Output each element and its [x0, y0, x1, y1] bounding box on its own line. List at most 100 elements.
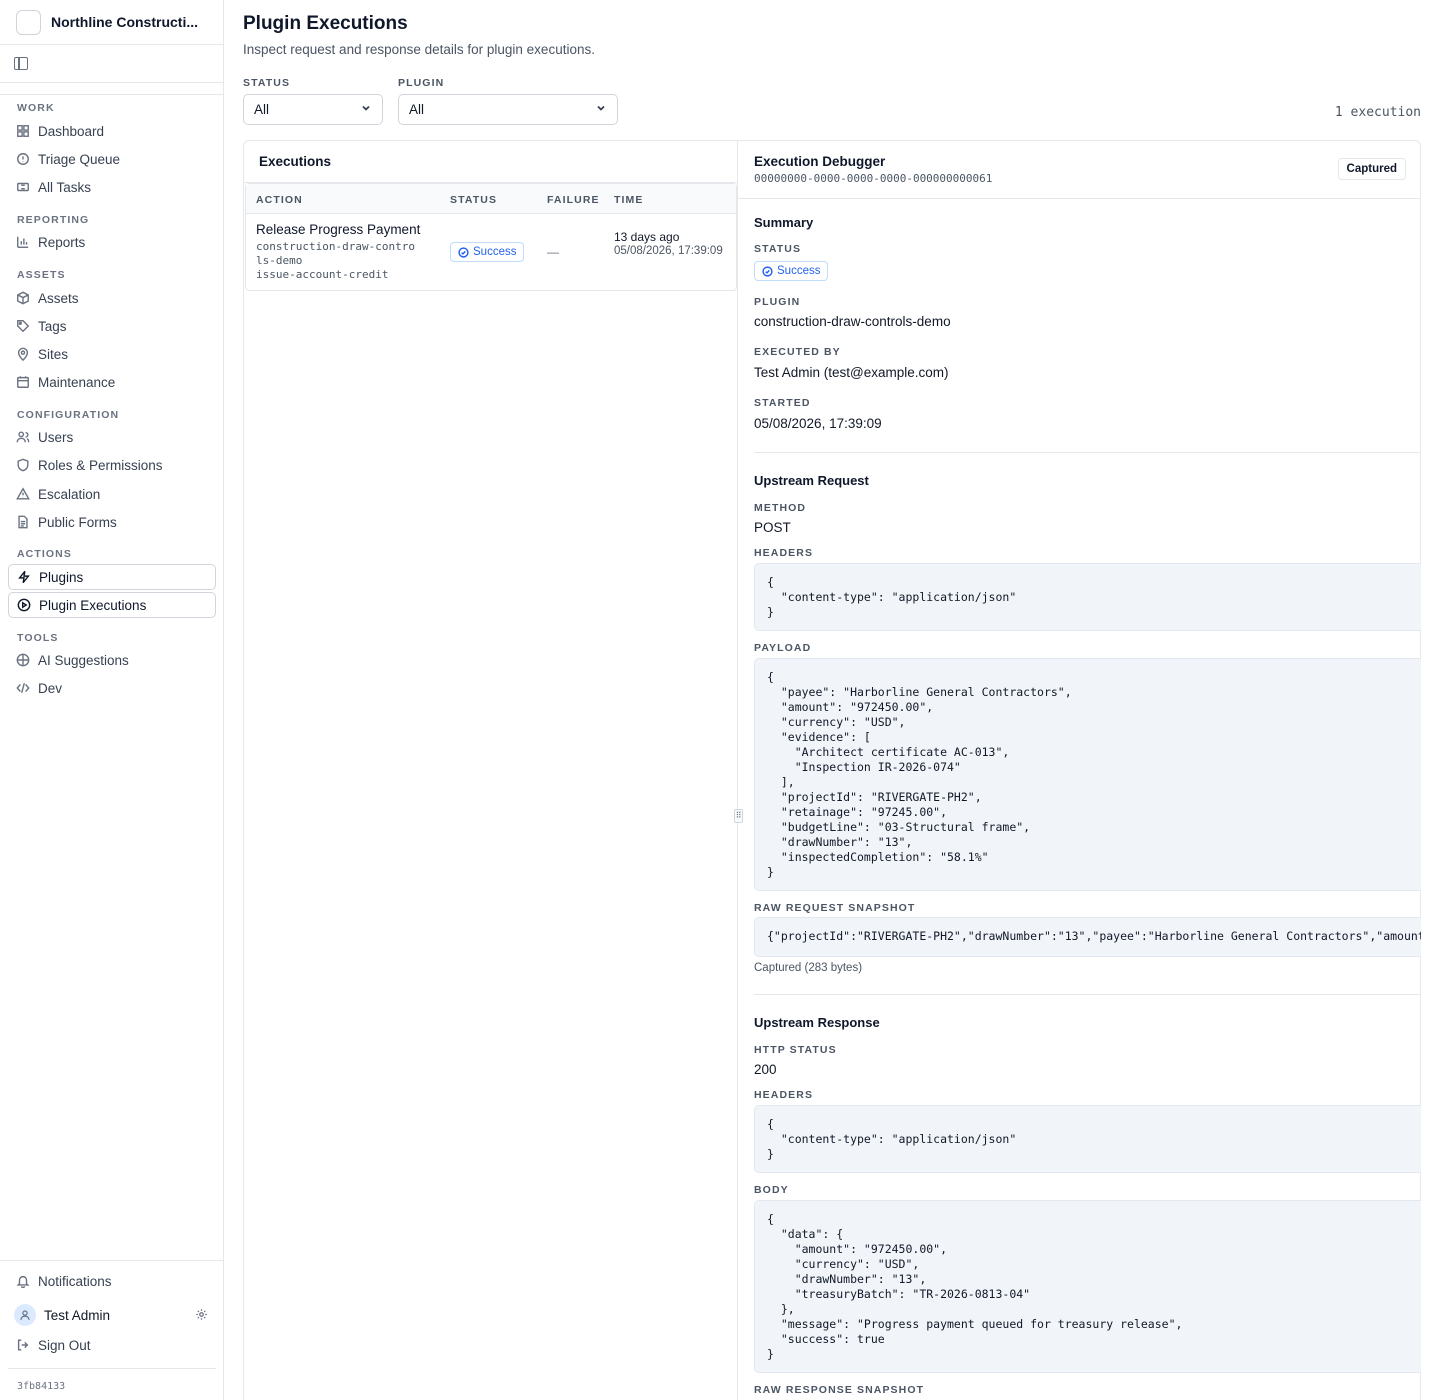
user-menu[interactable]: Test Admin	[8, 1302, 216, 1328]
sidebar-item-label: Plugin Executions	[39, 597, 147, 613]
executions-panel: Executions ACTION STATUS FAILURE TIME Re…	[243, 140, 1421, 1400]
sidebar-item-plugin-executions[interactable]: Plugin Executions	[8, 592, 216, 618]
ticket-icon	[16, 180, 30, 194]
time-relative: 13 days ago	[614, 230, 680, 244]
build-hash: 3fb84133	[17, 1381, 66, 1392]
check-circle-icon	[762, 265, 773, 277]
sidebar-item-label: Plugins	[39, 569, 84, 585]
sidebar-item-label: Public Forms	[38, 514, 117, 530]
plugin-filter-value: All	[409, 102, 425, 117]
sidebar-item-triage-queue[interactable]: Triage Queue	[8, 146, 216, 172]
sidebar-item-tags[interactable]: Tags	[8, 313, 216, 339]
check-circle-icon	[458, 246, 469, 258]
action-name: Release Progress Payment	[256, 222, 421, 237]
column-header-action: ACTION	[256, 194, 303, 206]
nav-section-actions: ACTIONS	[17, 548, 72, 560]
log-out-icon	[16, 1338, 30, 1352]
workspace-switcher[interactable]: Northline Constructi...	[0, 0, 223, 45]
sidebar-item-label: Tags	[38, 318, 67, 334]
sidebar-item-label: Escalation	[38, 486, 101, 502]
status-filter-label: STATUS	[243, 77, 291, 89]
summary-title: Summary	[754, 215, 814, 230]
executions-title: Executions	[259, 154, 332, 169]
page-title: Plugin Executions	[243, 13, 408, 34]
sidebar-item-label: AI Suggestions	[38, 652, 129, 668]
table-header: ACTION STATUS FAILURE TIME	[246, 184, 736, 214]
sidebar-item-label: Dashboard	[38, 123, 105, 139]
sidebar-item-assets[interactable]: Assets	[8, 285, 216, 311]
action-plugin: construction-draw-controls-demo	[256, 240, 415, 267]
sidebar-item-dev[interactable]: Dev	[8, 675, 216, 701]
summary-executed-by-label: EXECUTED BY	[754, 346, 841, 358]
sidebar-item-label: Assets	[38, 290, 79, 306]
column-header-failure: FAILURE	[547, 194, 600, 206]
box-icon	[16, 291, 30, 305]
sidebar-item-dashboard[interactable]: Dashboard	[8, 118, 216, 144]
tag-icon	[16, 319, 30, 333]
divider	[754, 452, 1421, 453]
sidebar-item-escalation[interactable]: Escalation	[8, 481, 216, 507]
divider	[0, 94, 223, 95]
plugin-filter-select[interactable]: All	[398, 94, 618, 125]
shield-icon	[16, 458, 30, 472]
request-headers-code: { "content-type": "application/json" }	[754, 563, 1421, 631]
captured-badge: Captured	[1337, 158, 1406, 180]
bar-chart-icon	[16, 235, 30, 249]
avatar	[14, 1304, 36, 1326]
divider	[754, 994, 1421, 995]
summary-status-label: STATUS	[754, 243, 802, 255]
time-absolute: 05/08/2026, 17:39:09	[614, 245, 723, 257]
status-badge: Success	[754, 261, 829, 281]
executions-table: ACTION STATUS FAILURE TIME Release Progr…	[245, 183, 737, 291]
chevron-down-icon	[595, 102, 607, 117]
summary-started-label: STARTED	[754, 397, 811, 409]
sidebar-item-label: Triage Queue	[38, 151, 121, 167]
sidebar-collapse-icon[interactable]	[14, 57, 28, 70]
sidebar-item-label: All Tasks	[38, 179, 92, 195]
map-pin-icon	[16, 347, 30, 361]
status-filter-select[interactable]: All	[243, 94, 383, 125]
executions-list-pane: Executions ACTION STATUS FAILURE TIME Re…	[244, 141, 738, 1400]
sidebar-item-all-tasks[interactable]: All Tasks	[8, 174, 216, 200]
sidebar-item-public-forms[interactable]: Public Forms	[8, 509, 216, 535]
sidebar-item-roles-permissions[interactable]: Roles & Permissions	[8, 452, 216, 478]
sidebar-item-label: Users	[38, 429, 74, 445]
request-payload-label: PAYLOAD	[754, 642, 812, 654]
sidebar-item-plugins[interactable]: Plugins	[8, 564, 216, 590]
action-cell: Release Progress Payment construction-dr…	[256, 222, 436, 282]
request-method-label: METHOD	[754, 502, 807, 514]
summary-status: Success	[754, 261, 829, 281]
execution-count: 1 execution	[1334, 105, 1421, 120]
file-text-icon	[16, 515, 30, 529]
summary-plugin-label: PLUGIN	[754, 296, 801, 308]
response-status-label: HTTP STATUS	[754, 1044, 837, 1056]
workspace-name: Northline Constructi...	[51, 14, 198, 30]
sidebar-item-reports[interactable]: Reports	[8, 229, 216, 255]
sparkle-icon	[16, 653, 30, 667]
request-method: POST	[754, 520, 791, 535]
status-filter-value: All	[254, 102, 270, 117]
summary-plugin: construction-draw-controls-demo	[754, 314, 951, 329]
summary-started: 05/08/2026, 17:39:09	[754, 416, 882, 431]
response-headers-label: HEADERS	[754, 1089, 814, 1101]
debugger-title: Execution Debugger	[754, 154, 886, 169]
sidebar-item-maintenance[interactable]: Maintenance	[8, 369, 216, 395]
sidebar-item-users[interactable]: Users	[8, 424, 216, 450]
execution-debugger-pane: Execution Debugger 00000000-0000-0000-00…	[738, 141, 1421, 1400]
execution-id: 00000000-0000-0000-0000-000000000061	[754, 172, 993, 185]
sidebar-item-notifications[interactable]: Notifications	[8, 1268, 216, 1294]
sidebar-item-label: Sign Out	[38, 1337, 91, 1353]
nav-section-work: WORK	[17, 102, 55, 114]
response-status: 200	[754, 1062, 777, 1077]
page-subtitle: Inspect request and response details for…	[243, 42, 595, 57]
settings-gear-icon[interactable]	[195, 1308, 208, 1324]
sidebar-item-sites[interactable]: Sites	[8, 341, 216, 367]
column-header-time: TIME	[614, 194, 644, 206]
grid-icon	[16, 124, 30, 138]
warning-triangle-icon	[16, 487, 30, 501]
workspace-logo	[16, 9, 41, 35]
sidebar-item-sign-out[interactable]: Sign Out	[8, 1332, 216, 1358]
sidebar-item-ai-suggestions[interactable]: AI Suggestions	[8, 647, 216, 673]
raw-response-label: RAW RESPONSE SNAPSHOT	[754, 1384, 925, 1396]
table-row[interactable]: Release Progress Payment construction-dr…	[246, 214, 736, 290]
